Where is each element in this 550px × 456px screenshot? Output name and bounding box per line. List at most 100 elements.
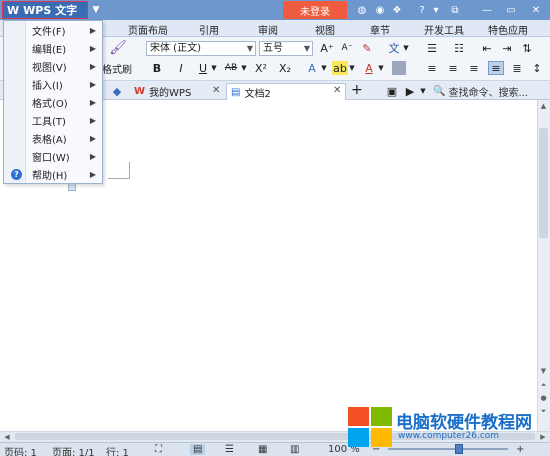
menu-item-help[interactable]: ? 帮助(H) ▶	[4, 165, 102, 183]
menu-item-format[interactable]: 格式(O) ▶	[4, 93, 102, 111]
shrink-font-button[interactable]: A⁻	[340, 41, 354, 55]
underline-button[interactable]: U	[196, 61, 210, 75]
outline-view-icon[interactable]: ☰	[225, 444, 234, 455]
subscript-button[interactable]: X₂	[276, 61, 294, 75]
superscript-button[interactable]: X²	[252, 61, 270, 75]
font-color-button[interactable]: A	[362, 61, 376, 75]
web-view-icon[interactable]: ▦	[258, 444, 267, 455]
windows-logo-icon	[348, 407, 392, 447]
highlight-button[interactable]: ab	[332, 61, 348, 75]
menu-item-label: 格式(O)	[32, 98, 68, 110]
menu-item-label: 视图(V)	[32, 62, 67, 74]
help-dropdown-icon[interactable]: ▾	[429, 3, 443, 17]
tab-references[interactable]: 引用	[199, 22, 219, 37]
chevron-down-icon[interactable]: ▼	[348, 61, 356, 75]
chevron-down-icon[interactable]: ▼	[320, 61, 328, 75]
close-tab-icon[interactable]: ✕	[212, 85, 220, 96]
font-name-value: 宋体 (正文)	[150, 43, 201, 54]
vertical-scroll-thumb[interactable]	[539, 128, 548, 238]
app-menu-button[interactable]: W WPS 文字	[2, 1, 88, 19]
new-tab-button[interactable]: +	[351, 82, 363, 98]
text-effect-button[interactable]: A	[305, 61, 319, 75]
app-menu-arrow-icon[interactable]: ▼	[89, 1, 103, 19]
menu-item-window[interactable]: 窗口(W) ▶	[4, 147, 102, 165]
chevron-right-icon: ▶	[89, 151, 96, 161]
format-painter-icon[interactable]: 🖌	[108, 39, 128, 57]
align-center-icon[interactable]: ≡	[446, 61, 460, 75]
chevron-right-icon: ▶	[89, 79, 96, 89]
settings-icon[interactable]: ❖	[390, 3, 404, 17]
menu-item-view[interactable]: 视图(V) ▶	[4, 57, 102, 75]
read-view-icon[interactable]: ▥	[290, 444, 299, 455]
menu-item-insert[interactable]: 插入(I) ▶	[4, 75, 102, 93]
align-left-icon[interactable]: ≡	[425, 61, 439, 75]
menu-item-label: 编辑(E)	[32, 44, 67, 56]
increase-indent-icon[interactable]: ⇥	[500, 41, 514, 55]
chevron-down-icon[interactable]: ▼	[240, 61, 248, 75]
numbered-list-icon[interactable]: ☷	[452, 41, 466, 55]
menu-item-label: 窗口(W)	[32, 152, 70, 164]
page-view-icon[interactable]: ▤	[190, 444, 206, 455]
tab-document2[interactable]: ▤ 文档2	[226, 83, 346, 100]
tab-page-layout[interactable]: 页面布局	[128, 22, 168, 37]
status-page-code: 页码: 1	[4, 448, 37, 456]
sort-icon[interactable]: ⇅	[520, 41, 534, 55]
menu-item-label: 帮助(H)	[32, 170, 68, 182]
tab-view[interactable]: 视图	[315, 22, 335, 37]
select-browse-icon[interactable]: ●	[538, 393, 549, 403]
help-question-icon[interactable]: ?	[415, 3, 429, 17]
decrease-indent-icon[interactable]: ⇤	[480, 41, 494, 55]
menu-item-tools[interactable]: 工具(T) ▶	[4, 111, 102, 129]
clear-format-icon[interactable]: ✎	[360, 41, 374, 55]
tab-my-wps[interactable]: W 我的WPS	[130, 83, 195, 100]
monitor-icon[interactable]: ▣	[385, 84, 399, 98]
skin-icon[interactable]: ◍	[355, 3, 369, 17]
command-search[interactable]: 🔍 查找命令、搜索...	[433, 83, 528, 99]
scroll-left-icon[interactable]: ◀	[2, 432, 12, 442]
tab-developer[interactable]: 开发工具	[424, 22, 464, 37]
align-right-icon[interactable]: ≡	[467, 61, 481, 75]
minimize-icon[interactable]: —	[478, 2, 496, 18]
tab-review[interactable]: 审阅	[258, 22, 278, 37]
tab-special-apps[interactable]: 特色应用	[488, 22, 528, 37]
scroll-up-icon[interactable]: ▲	[538, 101, 549, 111]
chevron-down-icon[interactable]: ▼	[377, 61, 385, 75]
italic-button[interactable]: I	[174, 61, 188, 75]
page-up-icon[interactable]: ⏶	[538, 380, 549, 390]
chevron-down-icon[interactable]: ▼	[402, 41, 410, 55]
menu-item-label: 工具(T)	[32, 116, 66, 128]
chevron-right-icon: ▶	[89, 169, 96, 179]
login-button[interactable]: 未登录	[283, 1, 347, 19]
font-size-select[interactable]: 五号 ▼	[259, 41, 313, 56]
restore-window-icon[interactable]: ⧉	[446, 2, 464, 18]
cube-icon[interactable]: ◆	[110, 84, 124, 98]
char-shading-icon[interactable]	[392, 61, 406, 75]
line-spacing-icon[interactable]: ↕	[530, 61, 544, 75]
chevron-down-icon[interactable]: ▼	[419, 84, 427, 98]
cloud-icon[interactable]: ◉	[373, 3, 387, 17]
format-painter-label[interactable]: 格式刷	[102, 61, 132, 76]
video-icon[interactable]: ▶	[403, 84, 417, 98]
justify-icon[interactable]: ≡	[488, 61, 504, 75]
distributed-align-icon[interactable]: ≣	[510, 61, 524, 75]
menu-item-table[interactable]: 表格(A) ▶	[4, 129, 102, 147]
maximize-icon[interactable]: ▭	[502, 2, 520, 18]
title-bar: W WPS 文字 ▼ 未登录 ◍ ◉ ❖ ? ▾ ⧉ — ▭ ✕	[0, 0, 550, 20]
scroll-down-icon[interactable]: ▼	[538, 366, 549, 376]
document-icon: ▤	[231, 86, 241, 98]
grow-font-button[interactable]: A⁺	[320, 41, 334, 55]
close-icon[interactable]: ✕	[527, 2, 545, 18]
pinyin-button[interactable]: 文	[387, 41, 401, 55]
menu-item-file[interactable]: 文件(F) ▶	[4, 21, 102, 39]
strikethrough-button[interactable]: AB	[222, 61, 240, 75]
chevron-down-icon[interactable]: ▼	[210, 61, 218, 75]
close-tab-icon[interactable]: ✕	[333, 85, 341, 96]
bold-button[interactable]: B	[150, 61, 164, 75]
zoom-slider[interactable]	[388, 448, 508, 450]
menu-item-edit[interactable]: 编辑(E) ▶	[4, 39, 102, 57]
font-name-select[interactable]: 宋体 (正文) ▼	[146, 41, 256, 56]
full-screen-icon[interactable]: ⛶	[155, 444, 162, 455]
bullet-list-icon[interactable]: ☰	[425, 41, 439, 55]
wps-red-logo-icon: W	[134, 86, 146, 97]
tab-chapter[interactable]: 章节	[370, 22, 390, 37]
